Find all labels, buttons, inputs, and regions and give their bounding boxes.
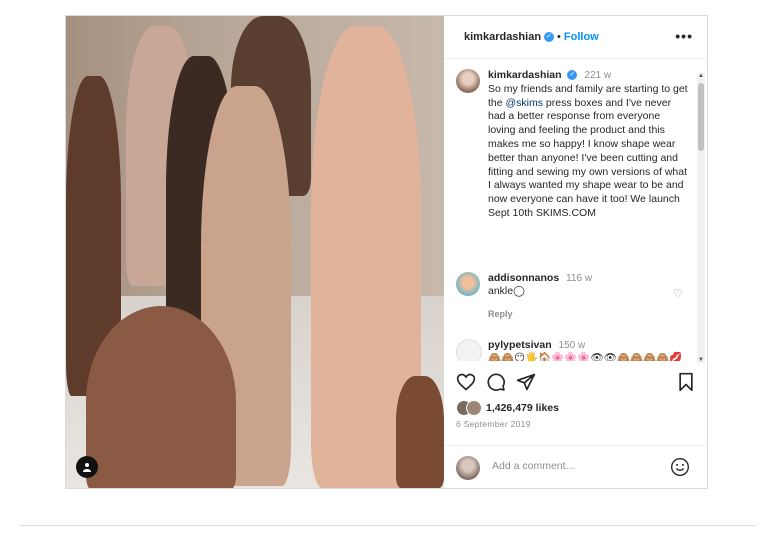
- post-date: 6 September 2019: [456, 419, 531, 429]
- caption: kimkardashian ✓ 221 w So my friends and …: [488, 69, 688, 221]
- scroll-down-icon[interactable]: ▼: [697, 357, 705, 363]
- comment-text: ankle◯: [488, 285, 525, 297]
- likes-row[interactable]: 1,426,479 likes: [456, 400, 559, 416]
- follow-button[interactable]: Follow: [564, 31, 599, 43]
- add-comment-bar: Add a comment...: [444, 445, 707, 489]
- liker-avatar: [466, 400, 482, 416]
- caption-username[interactable]: kimkardashian: [488, 69, 562, 81]
- header-username[interactable]: kimkardashian: [464, 31, 541, 43]
- more-icon[interactable]: •••: [675, 28, 693, 44]
- comment-item: addisonnanos 116 w ankle◯: [488, 272, 688, 298]
- heart-icon[interactable]: [456, 372, 476, 392]
- user-tag-icon[interactable]: [76, 456, 98, 478]
- comment-text: 🙈🙈😶🖐🏠🌸🌸🌸👁👁🙈🙈🙈🙈💋: [488, 352, 683, 361]
- post-header: kimkardashian ✓ • Follow •••: [444, 16, 707, 59]
- share-icon[interactable]: [516, 372, 536, 392]
- comment-time: 116 w: [566, 273, 593, 284]
- photo-figure: [86, 306, 236, 488]
- header-separator: •: [557, 31, 561, 43]
- caption-text-end: press boxes and I've never had a better …: [488, 96, 688, 219]
- add-comment-input[interactable]: Add a comment...: [492, 460, 574, 472]
- caption-time: 221 w: [584, 70, 612, 81]
- emoji-icon[interactable]: [670, 457, 690, 477]
- comment-username[interactable]: pylypetsivan: [488, 339, 552, 351]
- comment-like-icon[interactable]: ♡: [673, 287, 683, 300]
- avatar[interactable]: [456, 272, 480, 296]
- comment-time: 150 w: [558, 340, 586, 351]
- avatar[interactable]: [456, 69, 480, 93]
- scroll-up-icon[interactable]: ▲: [697, 73, 705, 79]
- comments-scrollbar[interactable]: ▲ ▼: [697, 73, 705, 363]
- verified-icon: ✓: [567, 70, 578, 81]
- action-bar: [444, 372, 707, 394]
- caption-mention-link[interactable]: @skims: [506, 97, 544, 109]
- comment-username[interactable]: addisonnanos: [488, 272, 559, 284]
- avatar[interactable]: [456, 339, 482, 361]
- post-card: kimkardashian ✓ • Follow ••• kimkardashi…: [65, 15, 708, 489]
- post-sidebar: kimkardashian ✓ • Follow ••• kimkardashi…: [444, 16, 707, 488]
- avatar: [456, 456, 480, 480]
- page-divider: [19, 525, 755, 526]
- comments-list[interactable]: kimkardashian ✓ 221 w So my friends and …: [444, 59, 707, 361]
- comment-icon[interactable]: [486, 372, 506, 392]
- comment-item: pylypetsivan 150 w 🙈🙈😶🖐🏠🌸🌸🌸👁👁🙈🙈🙈🙈💋: [488, 339, 688, 361]
- verified-icon: ✓: [544, 32, 555, 42]
- scrollbar-thumb[interactable]: [698, 83, 704, 151]
- likes-count[interactable]: 1,426,479 likes: [486, 402, 559, 414]
- bookmark-icon[interactable]: [676, 372, 696, 392]
- reply-button[interactable]: Reply: [488, 309, 513, 319]
- photo-figure: [396, 376, 444, 488]
- post-photo[interactable]: [66, 16, 444, 488]
